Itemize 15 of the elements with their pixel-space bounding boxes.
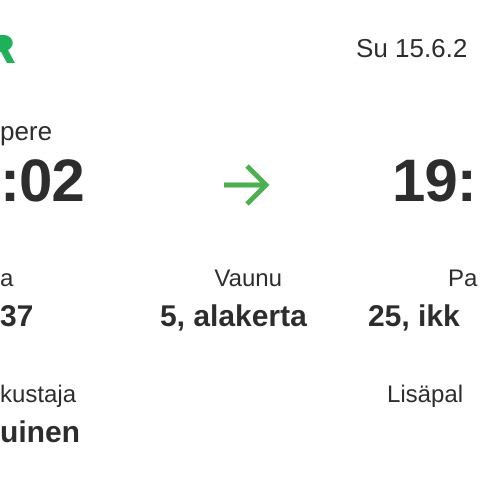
field-value: 37 bbox=[0, 299, 34, 335]
arrow-icon bbox=[222, 163, 270, 207]
field-label: Pa bbox=[448, 264, 478, 294]
field-value: uinen bbox=[0, 415, 80, 451]
field-label: Vaunu bbox=[214, 264, 282, 294]
date-text: Su 15.6.2 bbox=[356, 32, 468, 64]
field-label: a bbox=[0, 264, 14, 294]
logo-icon bbox=[0, 35, 15, 63]
field-value: 5, alakerta bbox=[160, 299, 307, 335]
field-label: kustaja bbox=[0, 380, 76, 410]
station-name: pere bbox=[0, 115, 52, 147]
departure-time: :02 bbox=[0, 148, 84, 214]
field-value: 25, ikk bbox=[368, 299, 460, 335]
field-label: Lisäpal bbox=[387, 380, 464, 410]
arrival-time: 19: bbox=[392, 148, 476, 214]
